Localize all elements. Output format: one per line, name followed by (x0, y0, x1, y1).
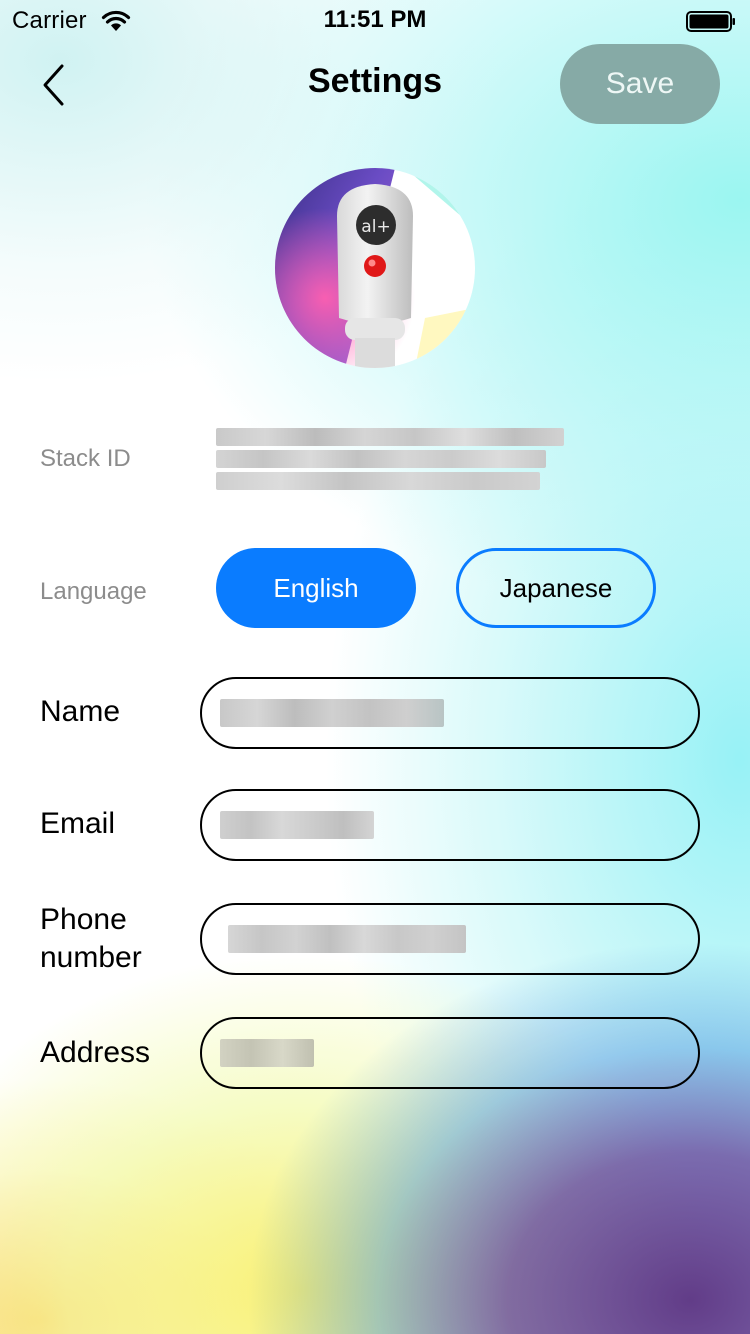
stack-id-value-redacted (216, 420, 566, 494)
stack-id-label: Stack ID (40, 445, 131, 472)
status-bar: Carrier 11:51 PM (0, 0, 750, 40)
avatar-badge-text: al+ (361, 217, 390, 237)
address-field[interactable] (200, 1017, 700, 1089)
phone-number-label: Phone number (40, 903, 142, 974)
address-value-redacted (220, 1039, 314, 1067)
email-value-redacted (220, 811, 374, 839)
clock: 11:51 PM (323, 6, 427, 33)
language-english-button[interactable]: English (216, 548, 416, 628)
address-label: Address (40, 1036, 151, 1069)
phone-number-value-redacted (228, 925, 466, 953)
email-label: Email (40, 807, 116, 840)
save-button[interactable]: Save (560, 44, 720, 124)
battery-icon (686, 11, 735, 32)
name-value-redacted (220, 699, 444, 727)
name-label: Name (40, 695, 121, 728)
email-field[interactable] (200, 789, 700, 861)
phone-number-field[interactable] (200, 903, 700, 975)
language-japanese-button[interactable]: Japanese (456, 548, 656, 628)
language-label: Language (40, 578, 147, 605)
name-field[interactable] (200, 677, 700, 749)
avatar[interactable]: al+ (275, 168, 475, 368)
robot-avatar-image: al+ (275, 168, 475, 368)
